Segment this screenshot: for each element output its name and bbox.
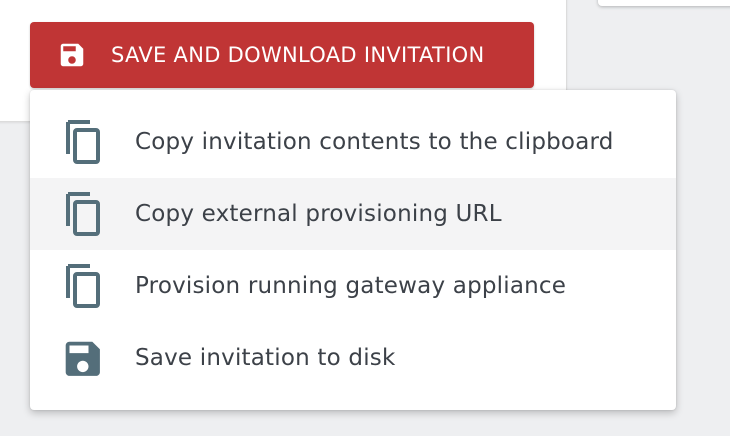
- menu-item-label: Copy invitation contents to the clipboar…: [135, 129, 614, 155]
- menu-item-provision-gateway[interactable]: Provision running gateway appliance: [30, 250, 676, 322]
- floppy-disk-icon: [60, 43, 84, 67]
- menu-item-copy-invitation[interactable]: Copy invitation contents to the clipboar…: [30, 106, 676, 178]
- save-and-download-button[interactable]: SAVE AND DOWNLOAD INVITATION: [30, 22, 534, 88]
- copy-icon: [66, 264, 100, 308]
- menu-item-label: Provision running gateway appliance: [135, 273, 567, 299]
- menu-item-label: Save invitation to disk: [135, 345, 396, 371]
- copy-icon: [66, 192, 100, 236]
- menu-item-save-to-disk[interactable]: Save invitation to disk: [30, 322, 676, 394]
- copy-icon: [66, 120, 100, 164]
- side-card: [598, 0, 730, 6]
- download-options-menu: Copy invitation contents to the clipboar…: [30, 90, 676, 410]
- save-and-download-label: SAVE AND DOWNLOAD INVITATION: [111, 43, 485, 67]
- menu-item-copy-provisioning-url[interactable]: Copy external provisioning URL: [30, 178, 676, 250]
- menu-item-label: Copy external provisioning URL: [135, 201, 502, 227]
- floppy-disk-icon: [65, 341, 100, 376]
